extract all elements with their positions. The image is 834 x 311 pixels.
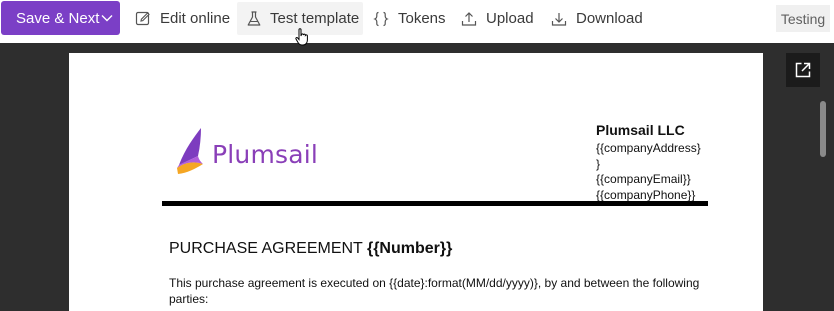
save-and-next-label: Save & Next (16, 10, 100, 27)
edit-icon (135, 11, 150, 25)
tokens-label: Tokens (398, 10, 446, 27)
logo-text: Plumsail (212, 140, 319, 169)
company-block: Plumsail LLC {{companyAddress} } {{compa… (596, 122, 701, 203)
company-address-token: {{companyAddress} (596, 141, 701, 155)
braces-icon (373, 11, 389, 26)
vertical-scrollbar-thumb[interactable] (820, 101, 826, 157)
company-address-token-continued: } (596, 156, 601, 171)
company-name: Plumsail LLC (596, 122, 685, 138)
number-token: {{Number}} (366, 240, 453, 257)
test-template-label: Test template (270, 10, 360, 27)
toolbar: Save & Next Edit online Test template To… (0, 0, 834, 38)
download-button[interactable]: Download (551, 2, 643, 35)
open-in-new-window-button[interactable] (786, 53, 820, 87)
open-in-new-window-icon (795, 62, 811, 78)
download-icon (551, 12, 567, 26)
document-title-text: PURCHASE AGREEMENT (169, 240, 367, 257)
agreement-paragraph: This purchase agreement is executed on {… (169, 276, 700, 306)
save-and-next-button[interactable]: Save & Next (1, 1, 120, 35)
flask-icon (247, 10, 261, 26)
edit-online-button[interactable]: Edit online (135, 2, 230, 35)
document-viewer[interactable]: Plumsail Plumsail LLC {{companyAddress} … (0, 43, 834, 311)
hand-cursor-icon (295, 28, 308, 46)
upload-label: Upload (486, 10, 534, 27)
document-page: Plumsail Plumsail LLC {{companyAddress} … (69, 53, 763, 311)
edit-online-label: Edit online (160, 10, 231, 27)
upload-button[interactable]: Upload (461, 2, 534, 35)
document-title: PURCHASE AGREEMENT {{Number}} (169, 240, 452, 258)
header-divider (162, 201, 708, 206)
status-badge: Testing (776, 5, 830, 32)
upload-icon (461, 11, 477, 26)
chevron-down-icon[interactable] (101, 14, 113, 22)
company-email-token: {{companyEmail}} (596, 172, 691, 186)
download-label: Download (576, 10, 643, 27)
tokens-button[interactable]: Tokens (373, 2, 446, 35)
